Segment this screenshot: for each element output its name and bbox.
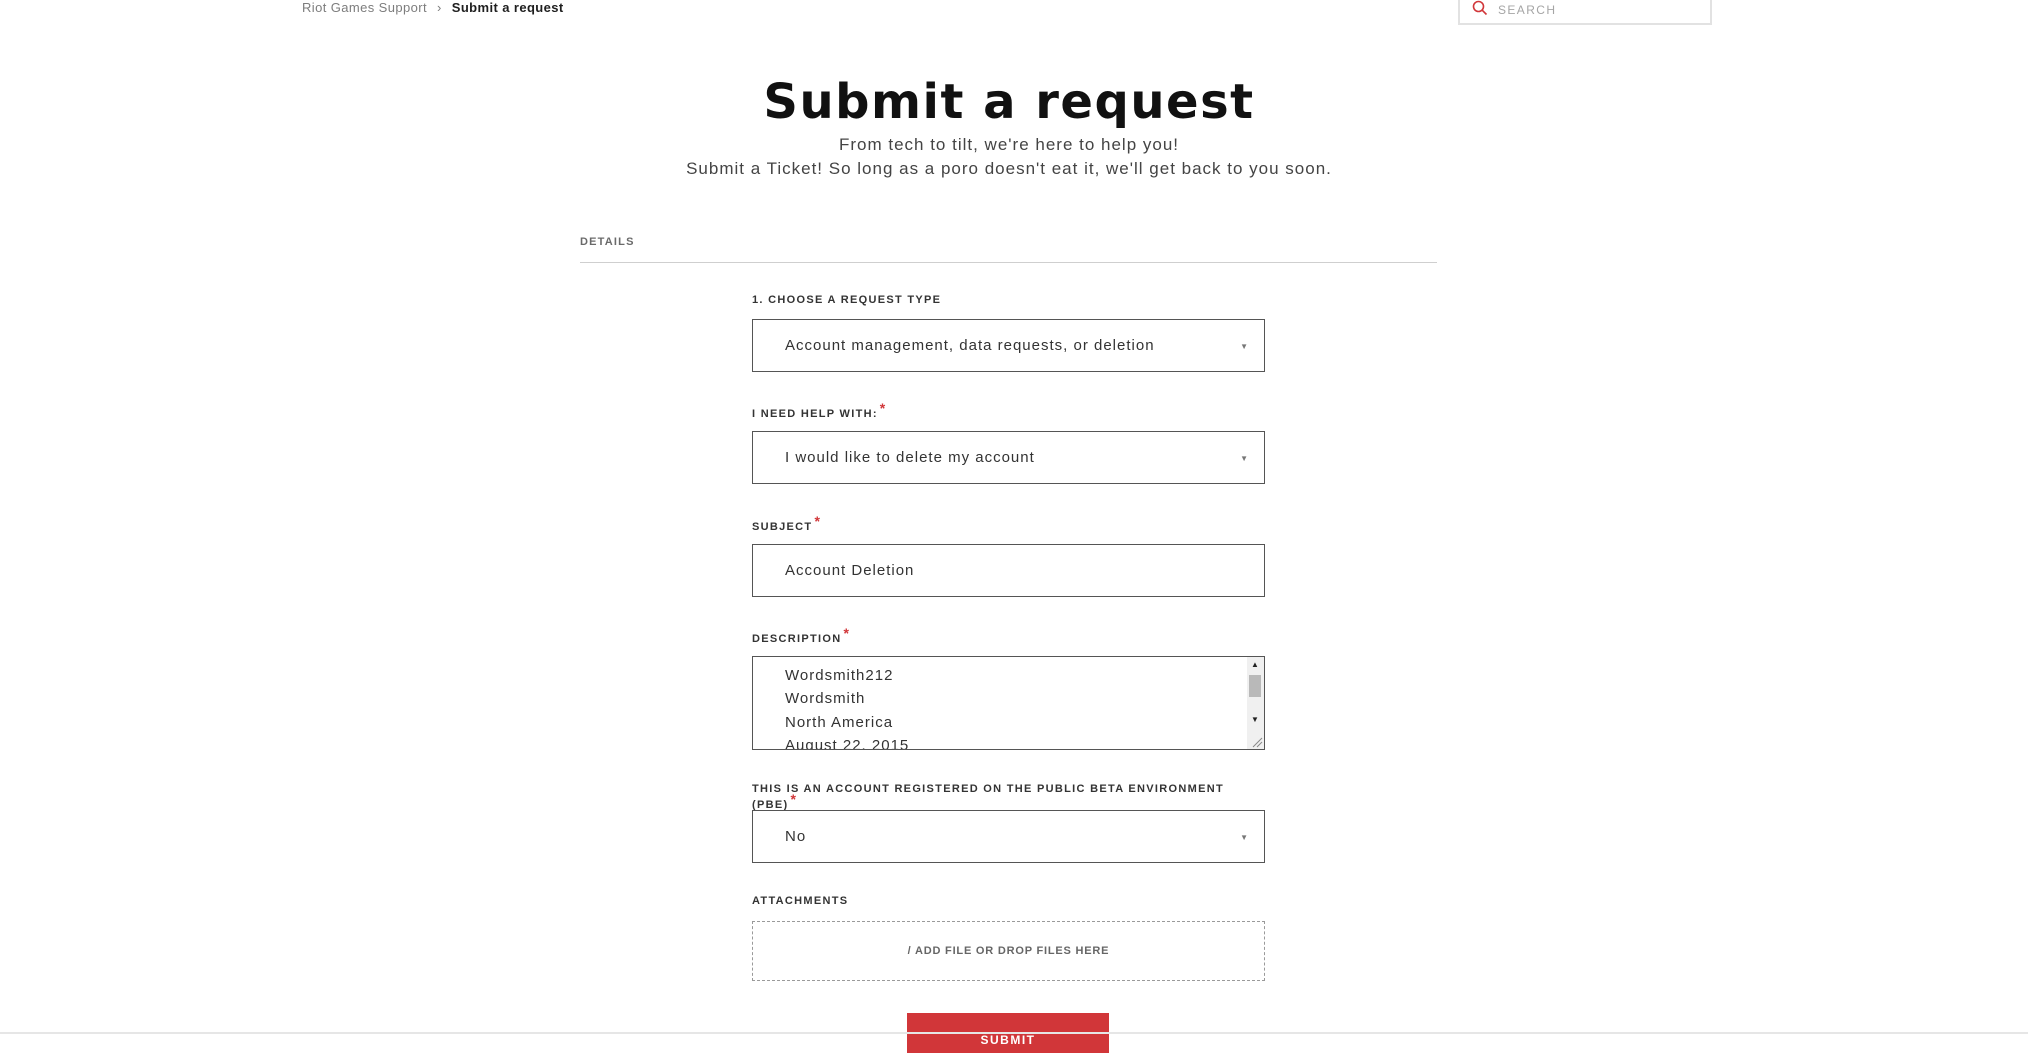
chevron-down-icon: ▼ [1240, 454, 1248, 463]
page-subtitle-line1: From tech to tilt, we're here to help yo… [838, 135, 1180, 154]
subject-label: SUBJECT * [752, 513, 821, 533]
attachments-label-text: ATTACHMENTS [752, 895, 849, 907]
scroll-up-arrow-icon[interactable]: ▲ [1251, 660, 1259, 669]
description-line: Wordsmith [785, 690, 866, 707]
section-divider [580, 262, 1437, 263]
pbe-select[interactable]: No ▼ [752, 810, 1265, 863]
section-label-details: DETAILS [580, 236, 635, 248]
description-line: North America [785, 714, 894, 731]
required-asterisk: * [790, 791, 798, 807]
description-label-text: DESCRIPTION [752, 633, 842, 645]
breadcrumb: Riot Games Support › Submit a request [302, 0, 564, 15]
search-icon [1460, 0, 1488, 21]
attachments-label: ATTACHMENTS [752, 895, 848, 907]
description-label: DESCRIPTION * [752, 625, 850, 645]
page-subtitle-line2: Submit a Ticket! So long as a poro doesn… [686, 159, 1332, 178]
request-type-value: Account management, data requests, or de… [785, 337, 1155, 354]
breadcrumb-separator: › [437, 0, 442, 15]
attachments-dropzone[interactable]: / ADD FILE OR DROP FILES HERE [752, 921, 1265, 981]
subject-label-text: SUBJECT [752, 521, 813, 533]
subject-field[interactable] [752, 544, 1265, 597]
breadcrumb-home-link[interactable]: Riot Games Support [302, 0, 427, 15]
help-with-value: I would like to delete my account [785, 449, 1035, 466]
search-input[interactable] [1496, 2, 1690, 18]
scroll-down-arrow-icon[interactable]: ▼ [1251, 715, 1259, 724]
help-with-label: I NEED HELP WITH: * [752, 400, 887, 420]
pbe-label: THIS IS AN ACCOUNT REGISTERED ON THE PUB… [752, 783, 1265, 811]
required-asterisk: * [879, 400, 887, 416]
required-asterisk: * [843, 625, 851, 641]
description-textarea[interactable]: Wordsmith212 Wordsmith North America Aug… [752, 656, 1265, 750]
required-asterisk: * [814, 513, 822, 529]
search-box[interactable] [1458, 0, 1712, 25]
help-with-select[interactable]: I would like to delete my account ▼ [752, 431, 1265, 484]
page-title: Submit a request [763, 74, 1255, 130]
pbe-label-text: THIS IS AN ACCOUNT REGISTERED ON THE PUB… [752, 783, 1224, 811]
chevron-down-icon: ▼ [1240, 342, 1248, 351]
scroll-thumb[interactable] [1249, 675, 1261, 697]
help-with-label-text: I NEED HELP WITH: [752, 408, 878, 420]
request-type-select[interactable]: Account management, data requests, or de… [752, 319, 1265, 372]
request-type-label: 1. CHOOSE A REQUEST TYPE [752, 294, 941, 306]
pbe-value: No [785, 828, 807, 845]
chevron-down-icon: ▼ [1240, 833, 1248, 842]
description-line: Wordsmith212 [785, 667, 894, 684]
subject-input[interactable] [785, 562, 1225, 579]
request-type-label-text: 1. CHOOSE A REQUEST TYPE [752, 294, 942, 306]
description-line: August 22, 2015 [785, 737, 910, 750]
breadcrumb-current: Submit a request [451, 0, 564, 15]
